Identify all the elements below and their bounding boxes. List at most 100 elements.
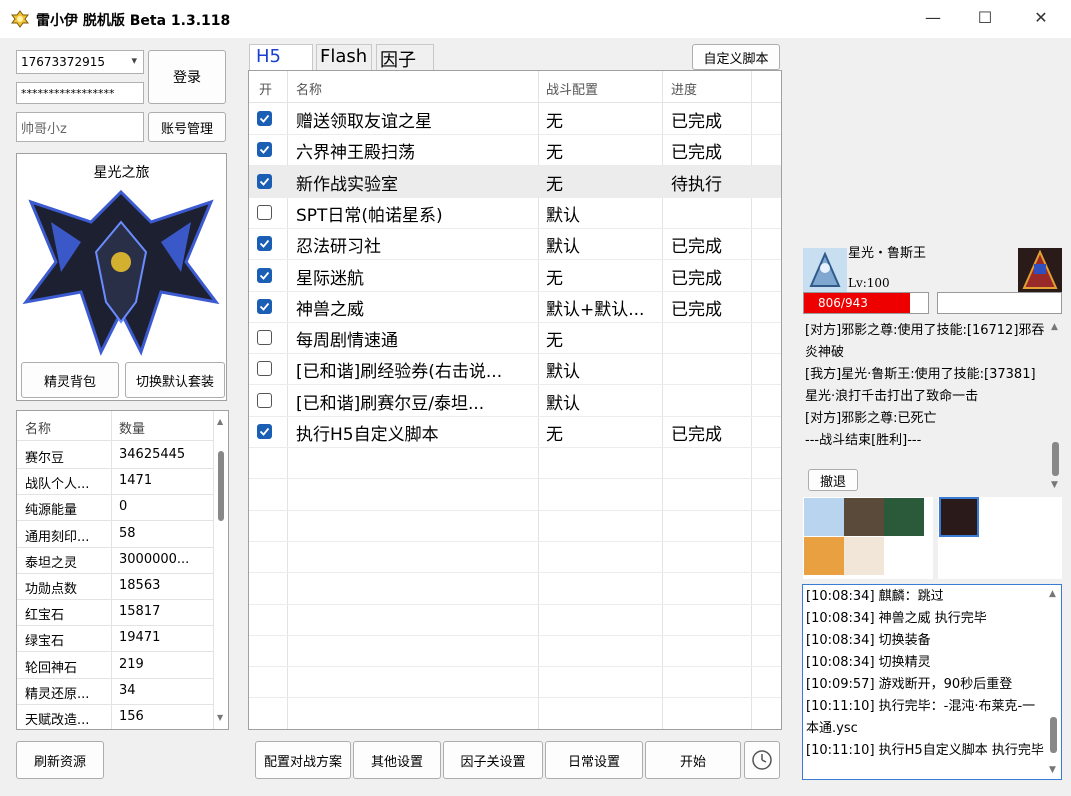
timer-button[interactable] bbox=[744, 741, 780, 779]
task-enable-checkbox[interactable] bbox=[257, 236, 272, 252]
task-row[interactable]: SPT日常(帕诺星系) 默认 bbox=[249, 197, 781, 229]
task-row[interactable]: 忍法研习社 默认 已完成 bbox=[249, 228, 781, 261]
team-spirit-2[interactable] bbox=[844, 498, 884, 536]
scroll-up-icon[interactable]: ▲ bbox=[1051, 322, 1058, 332]
account-select[interactable]: 17673372915 ▾ bbox=[16, 50, 144, 74]
password-field[interactable]: ***************** bbox=[16, 82, 144, 104]
task-enable-checkbox[interactable] bbox=[257, 330, 272, 346]
task-name: 新作战实验室 bbox=[296, 174, 398, 195]
task-battle-config[interactable]: 默认 bbox=[546, 389, 580, 414]
nickname-field[interactable]: 帅哥小z bbox=[16, 112, 144, 142]
resource-count: 19471 bbox=[119, 630, 161, 646]
task-name: 神兽之威 bbox=[296, 299, 364, 320]
switch-default-set-button[interactable]: 切换默认套装 bbox=[125, 362, 225, 398]
resource-row[interactable]: 纯源能量 0 bbox=[17, 494, 214, 522]
scroll-up-icon[interactable]: ▲ bbox=[1049, 589, 1056, 599]
task-battle-config[interactable]: 无 bbox=[546, 138, 563, 163]
other-settings-button[interactable]: 其他设置 bbox=[353, 741, 441, 779]
task-enable-checkbox[interactable] bbox=[257, 173, 272, 189]
task-row[interactable]: 星际迷航 无 已完成 bbox=[249, 260, 781, 292]
task-enable-checkbox[interactable] bbox=[257, 267, 272, 283]
resource-row[interactable]: 绿宝石 19471 bbox=[17, 625, 214, 653]
spirit-bag-button[interactable]: 精灵背包 bbox=[21, 362, 119, 398]
team-spirit-3[interactable] bbox=[884, 498, 924, 536]
task-name: [已和谐]刷经验券(右击说... bbox=[296, 362, 503, 383]
resource-row[interactable]: 赛尔豆 34625445 bbox=[17, 442, 214, 469]
daily-settings-button[interactable]: 日常设置 bbox=[545, 741, 643, 779]
team-spirit-1[interactable] bbox=[804, 498, 844, 536]
scroll-up-icon[interactable]: ▲ bbox=[217, 417, 223, 426]
scroll-down-icon[interactable]: ▼ bbox=[1051, 480, 1058, 490]
team-spirit-4[interactable] bbox=[804, 537, 844, 575]
task-enable-checkbox[interactable] bbox=[257, 298, 272, 314]
start-button[interactable]: 开始 bbox=[645, 741, 741, 779]
tab-h5-label: H5 bbox=[256, 46, 281, 67]
task-battle-config[interactable]: 无 bbox=[546, 107, 563, 132]
factor-settings-button[interactable]: 因子关设置 bbox=[443, 741, 543, 779]
resource-row[interactable]: 泰坦之灵 3000000... bbox=[17, 547, 214, 574]
task-row[interactable]: 新作战实验室 无 待执行 bbox=[249, 165, 781, 198]
task-enable-checkbox[interactable] bbox=[257, 361, 272, 377]
run-log-scroll-thumb[interactable] bbox=[1050, 717, 1057, 753]
resource-row[interactable]: 战队个人... 1471 bbox=[17, 468, 214, 496]
title-bar: 雷小伊 脱机版 Beta 1.3.118 — ☐ ✕ bbox=[0, 0, 1071, 38]
maximize-button[interactable]: ☐ bbox=[962, 0, 1008, 38]
account-management-button[interactable]: 账号管理 bbox=[148, 112, 226, 142]
task-header-progress: 进度 bbox=[671, 83, 698, 98]
task-enable-checkbox[interactable] bbox=[257, 111, 272, 126]
resource-row[interactable]: 轮回神石 219 bbox=[17, 652, 214, 679]
resource-name: 纯源能量 bbox=[25, 503, 78, 519]
scroll-down-icon[interactable]: ▼ bbox=[1049, 765, 1056, 775]
refresh-resources-button[interactable]: 刷新资源 bbox=[16, 741, 104, 779]
close-button[interactable]: ✕ bbox=[1018, 0, 1064, 38]
task-row[interactable]: 六界神王殿扫荡 无 已完成 bbox=[249, 134, 781, 167]
task-row[interactable]: 神兽之威 默认+默认... 已完成 bbox=[249, 291, 781, 323]
run-log-line: [10:08:34] 切换精灵 bbox=[806, 655, 931, 670]
task-progress: 已完成 bbox=[671, 425, 722, 445]
task-battle-config[interactable]: 无 bbox=[546, 420, 563, 445]
enemy-team-spirit-1[interactable] bbox=[939, 497, 979, 537]
task-battle-config[interactable]: 无 bbox=[546, 326, 563, 351]
window-title: 雷小伊 脱机版 Beta 1.3.118 bbox=[36, 13, 231, 29]
task-enable-checkbox[interactable] bbox=[257, 204, 272, 220]
task-enable-checkbox[interactable] bbox=[257, 424, 272, 439]
task-name: 忍法研习社 bbox=[296, 237, 381, 258]
resource-row[interactable]: 功勋点数 18563 bbox=[17, 573, 214, 600]
battle-log-scroll-thumb[interactable] bbox=[1052, 442, 1059, 476]
resources-scrollbar[interactable]: ▲ ▼ bbox=[214, 411, 228, 729]
checkmark-icon bbox=[259, 146, 270, 155]
task-progress: 已完成 bbox=[671, 237, 722, 258]
task-name: 执行H5自定义脚本 bbox=[296, 425, 439, 445]
task-row[interactable]: 赠送领取友谊之星 无 已完成 bbox=[249, 103, 781, 135]
scroll-down-icon[interactable]: ▼ bbox=[217, 713, 223, 722]
minimize-button[interactable]: — bbox=[910, 0, 956, 38]
task-battle-config[interactable]: 无 bbox=[546, 170, 563, 195]
tab-flash[interactable]: Flash bbox=[316, 44, 372, 70]
task-row[interactable]: 执行H5自定义脚本 无 已完成 bbox=[249, 416, 781, 448]
resource-row[interactable]: 精灵还原... 34 bbox=[17, 678, 214, 705]
empty-row bbox=[249, 635, 781, 668]
battle-plan-button[interactable]: 配置对战方案 bbox=[255, 741, 351, 779]
resource-row[interactable]: 天赋改造... 156 bbox=[17, 704, 214, 729]
resource-row[interactable]: 红宝石 15817 bbox=[17, 599, 214, 627]
task-enable-checkbox[interactable] bbox=[257, 392, 272, 408]
tab-h5[interactable]: H5 bbox=[249, 44, 313, 70]
login-button[interactable]: 登录 bbox=[148, 50, 226, 104]
task-row[interactable]: [已和谐]刷经验券(右击说... 默认 bbox=[249, 353, 781, 386]
task-battle-config[interactable]: 默认 bbox=[546, 357, 580, 382]
task-row[interactable]: 每周剧情速通 无 bbox=[249, 322, 781, 355]
retreat-button[interactable]: 撤退 bbox=[808, 469, 858, 491]
task-row[interactable]: [已和谐]刷赛尔豆/泰坦... 默认 bbox=[249, 385, 781, 417]
scroll-thumb[interactable] bbox=[218, 451, 224, 521]
task-battle-config[interactable]: 默认 bbox=[546, 201, 580, 226]
task-battle-config[interactable]: 无 bbox=[546, 264, 563, 289]
resource-row[interactable]: 通用刻印... 58 bbox=[17, 521, 214, 548]
task-battle-config[interactable]: 默认+默认... bbox=[546, 295, 644, 320]
tab-factor[interactable]: 因子 bbox=[376, 44, 434, 71]
team-spirit-5[interactable] bbox=[844, 537, 884, 575]
task-battle-config[interactable]: 默认 bbox=[546, 232, 580, 257]
resource-name: 赛尔豆 bbox=[25, 451, 65, 466]
custom-script-button[interactable]: 自定义脚本 bbox=[692, 44, 780, 70]
resources-header-name: 名称 bbox=[25, 422, 52, 437]
task-enable-checkbox[interactable] bbox=[257, 142, 272, 158]
